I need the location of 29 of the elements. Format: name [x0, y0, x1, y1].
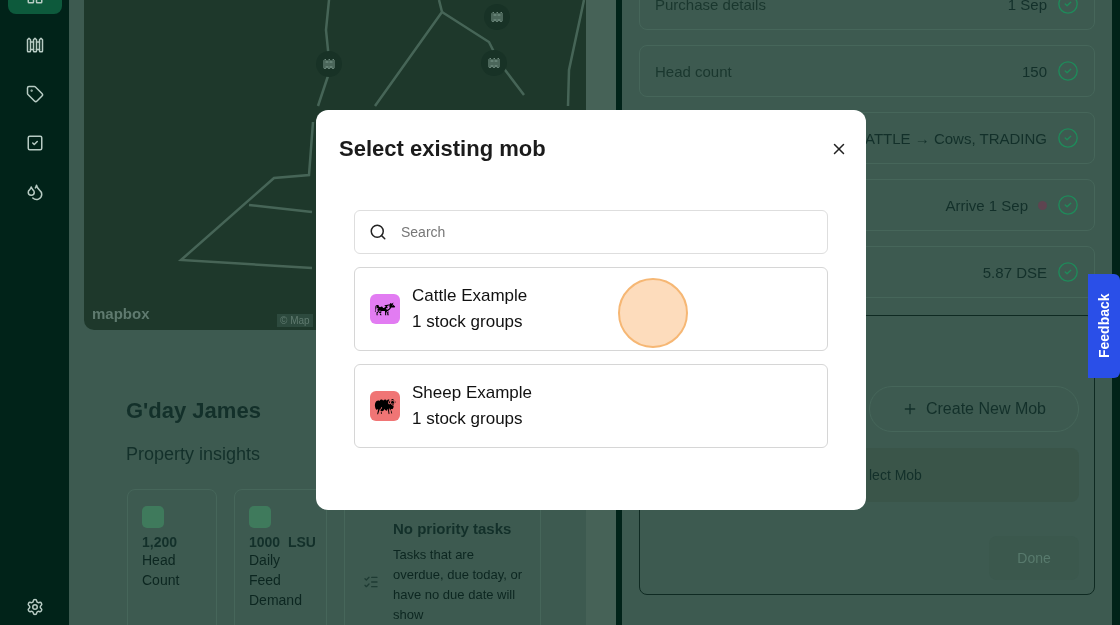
- map-marker[interactable]: [316, 51, 342, 77]
- stat-icon: [249, 506, 271, 528]
- tag-icon: [25, 85, 44, 103]
- settings-icon: [25, 598, 44, 616]
- map-marker[interactable]: [484, 4, 510, 30]
- fence-icon: [25, 36, 44, 54]
- feedback-tab[interactable]: Feedback: [1088, 274, 1120, 378]
- mob-groups: 1 stock groups: [412, 312, 528, 332]
- check-circle-icon: [1057, 60, 1079, 82]
- search-field[interactable]: Search: [354, 210, 828, 254]
- checklist-icon: [363, 574, 379, 590]
- mob-name: Cattle Example: [412, 286, 528, 306]
- mob-name: Sheep Example: [412, 383, 533, 403]
- search-icon: [369, 223, 387, 241]
- checkbox-icon: [25, 134, 44, 152]
- mob-option[interactable]: Sheep Example 1 stock groups: [354, 364, 828, 448]
- stat-icon: [142, 506, 164, 528]
- check-circle-icon: [1057, 127, 1079, 149]
- modal-title: Select existing mob: [339, 136, 546, 162]
- check-circle-icon: [1057, 194, 1079, 216]
- map-logo: mapbox: [92, 305, 150, 322]
- map-marker[interactable]: [481, 50, 507, 76]
- fence-icon: [323, 58, 335, 70]
- mob-option[interactable]: Cattle Example 1 stock groups: [354, 267, 828, 351]
- drops-icon: [25, 183, 44, 201]
- check-circle-icon: [1057, 261, 1079, 283]
- fence-icon: [491, 11, 503, 23]
- fence-icon: [488, 57, 500, 69]
- mob-groups: 1 stock groups: [412, 409, 533, 429]
